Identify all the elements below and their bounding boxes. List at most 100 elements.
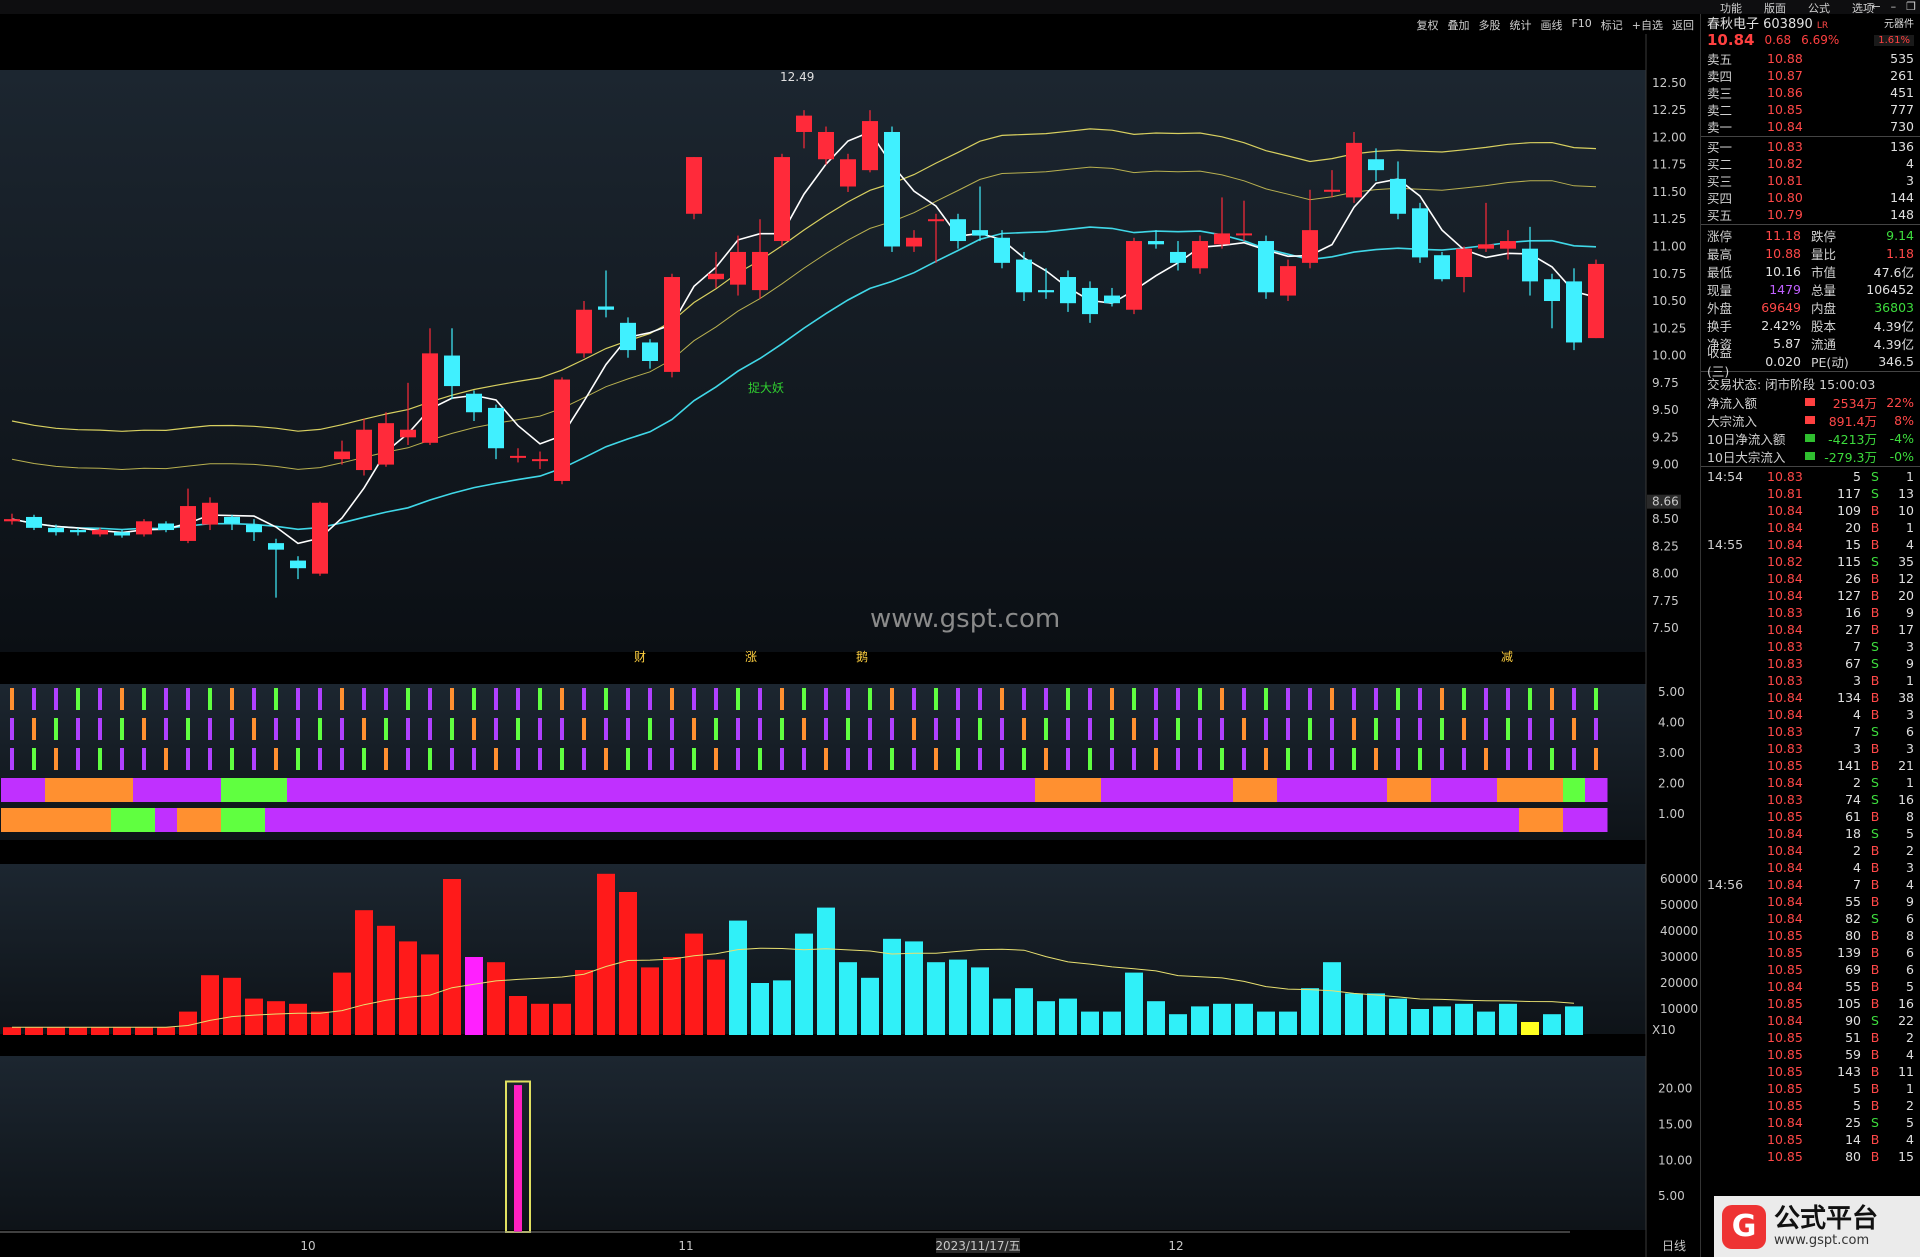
- tick-price: 10.81: [1767, 486, 1803, 501]
- signal-band: [1255, 808, 1278, 832]
- signal-band: [1123, 778, 1146, 802]
- tool-6[interactable]: 标记: [1601, 17, 1623, 33]
- date-label: 11: [678, 1239, 693, 1253]
- signal-tick: [1176, 718, 1180, 740]
- signal-tick: [296, 688, 300, 710]
- ind1-tick: 4.00: [1658, 716, 1685, 730]
- volume-bar: [663, 957, 681, 1035]
- signal-tick: [362, 718, 366, 740]
- signal-band: [925, 808, 948, 832]
- volume-bar: [1059, 998, 1077, 1035]
- tick-side: B: [1870, 1047, 1880, 1062]
- signal-tick: [384, 688, 388, 710]
- signal-tick: [1330, 718, 1334, 740]
- signal-band: [1035, 778, 1058, 802]
- tick-volume: 2: [1853, 775, 1861, 790]
- signal-band: [1563, 808, 1586, 832]
- signal-tick: [1198, 718, 1202, 740]
- tool-2[interactable]: 多股: [1478, 17, 1500, 33]
- tool-8[interactable]: 返回: [1672, 17, 1694, 33]
- volume-bar: [1433, 1006, 1451, 1035]
- tick-volume: 80: [1845, 1149, 1861, 1164]
- signal-band: [485, 778, 508, 802]
- candle-body: [312, 502, 328, 574]
- tool-3[interactable]: 统计: [1509, 17, 1531, 33]
- signal-band: [1233, 808, 1256, 832]
- volume-bar: [707, 959, 725, 1035]
- restore-icon[interactable]: ❐: [1906, 0, 1916, 13]
- back-arrow-icon[interactable]: ←: [1871, 0, 1880, 13]
- signal-tick: [736, 718, 740, 740]
- tool-0[interactable]: 复权: [1416, 17, 1438, 33]
- signal-band: [419, 808, 442, 832]
- tick-price: 10.85: [1767, 928, 1803, 943]
- tick-price: 10.85: [1767, 945, 1803, 960]
- signal-tick: [32, 748, 36, 770]
- price-tick: 9.50: [1652, 403, 1679, 417]
- signal-band: [991, 778, 1014, 802]
- candle-body: [752, 251, 768, 291]
- volume-bar: [201, 975, 219, 1035]
- signal-band: [661, 778, 684, 802]
- signal-band: [837, 778, 860, 802]
- info-label: 最低: [1707, 264, 1733, 280]
- signal-tick: [1176, 688, 1180, 710]
- signal-tick: [384, 718, 388, 740]
- tick-price: 10.83: [1767, 724, 1803, 739]
- tick-count: 21: [1898, 758, 1914, 773]
- signal-tick: [1308, 718, 1312, 740]
- signal-band: [1167, 778, 1190, 802]
- sub-tick: 5.00: [1658, 1189, 1685, 1203]
- signal-tick: [1220, 748, 1224, 770]
- info-value: 4.39亿: [1873, 336, 1914, 352]
- spike-bar: [514, 1085, 522, 1232]
- signal-tick: [1022, 718, 1026, 740]
- tick-list[interactable]: 14:54 10.83 5 S 1 10.81 117 S 13 10.84 109 B 10 10.84…: [1701, 468, 1920, 1165]
- tool-7[interactable]: +自选: [1632, 17, 1663, 33]
- flow-label: 净流入额: [1707, 395, 1758, 411]
- date-label: 10: [300, 1239, 315, 1253]
- signal-tick: [538, 748, 542, 770]
- tool-5[interactable]: F10: [1571, 17, 1591, 33]
- main-chart-svg[interactable]: 12.50 12.25 12.00 11.75 11.50 11.25 11.00 10.75…: [0, 0, 1700, 1257]
- signal-tick: [1594, 748, 1598, 770]
- order-qty: 451: [1890, 85, 1914, 100]
- tick-volume: 3: [1853, 673, 1861, 688]
- order-qty: 730: [1890, 119, 1914, 134]
- signal-band: [155, 778, 178, 802]
- signal-band: [397, 808, 420, 832]
- tool-1[interactable]: 叠加: [1447, 17, 1469, 33]
- tick-volume: 27: [1845, 622, 1861, 637]
- signal-tick: [384, 748, 388, 770]
- tool-4[interactable]: 画线: [1540, 17, 1562, 33]
- volume-bar: [399, 941, 417, 1035]
- signal-tick: [428, 748, 432, 770]
- tick-count: 38: [1898, 690, 1914, 705]
- candle-body: [1236, 233, 1252, 236]
- signal-tick: [1286, 748, 1290, 770]
- signal-tick: [516, 748, 520, 770]
- sell-row: 卖五 10.88 535: [1701, 50, 1920, 67]
- signal-tick: [142, 748, 146, 770]
- stock-name[interactable]: 春秋电子 603890: [1707, 17, 1813, 32]
- tick-count: 1: [1906, 1081, 1914, 1096]
- minimize-icon[interactable]: –: [1891, 0, 1897, 13]
- tick-price: 10.84: [1767, 894, 1803, 909]
- price-tick: 11.00: [1652, 239, 1686, 253]
- candle-body: [884, 131, 900, 247]
- signal-tick: [10, 718, 14, 740]
- tick-volume: 7: [1853, 877, 1861, 892]
- info-value: 69649: [1761, 299, 1801, 315]
- tick-count: 10: [1898, 503, 1914, 518]
- candle-body: [532, 459, 548, 462]
- candle-body: [1104, 295, 1120, 304]
- tick-volume: 7: [1853, 724, 1861, 739]
- sell-row: 卖二 10.85 777: [1701, 101, 1920, 118]
- signal-band: [287, 778, 310, 802]
- tick-side: S: [1871, 639, 1879, 654]
- volume-bar: [245, 998, 263, 1035]
- candle-body: [1192, 241, 1208, 269]
- volume-bar: [1169, 1014, 1187, 1035]
- sector-button[interactable]: 元器件: [1884, 15, 1914, 30]
- candle-body: [774, 157, 790, 242]
